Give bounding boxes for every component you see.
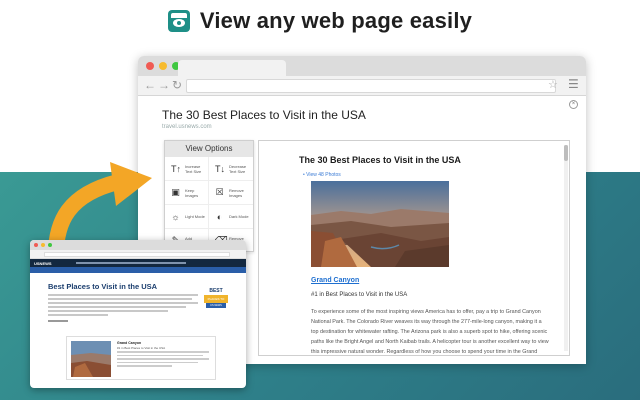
article-heading-link[interactable]: Grand Canyon — [311, 277, 359, 284]
small-page-title: Best Places to Visit in the USA — [48, 282, 158, 291]
best-places-badge: BEST PLACES TO VISIT US NEWS — [204, 288, 228, 312]
view-options-title: View Options — [165, 141, 253, 157]
article-rank: #1 in Best Places to Visit in the USA — [311, 292, 408, 298]
image-icon: ▣ — [171, 187, 180, 197]
site-nav: USNEWS — [30, 259, 246, 267]
hamburger-menu-icon[interactable]: ☰ — [568, 77, 579, 91]
option-keep-images[interactable]: ▣ Keep Images — [165, 181, 209, 205]
decrease-text-icon: T↓ — [215, 163, 225, 174]
option-increase-text[interactable]: T↑ Increase Text Size — [165, 157, 209, 181]
page-url[interactable]: travel.usnews.com — [162, 124, 212, 130]
site-logo: USNEWS — [34, 261, 52, 266]
forward-arrow-icon[interactable]: → — [158, 78, 170, 92]
scrollbar-thumb[interactable] — [564, 145, 568, 161]
back-arrow-icon[interactable]: ← — [144, 78, 156, 92]
view-photos-link[interactable]: • View 48 Photos — [303, 172, 341, 178]
sun-icon: ☼ — [171, 211, 180, 222]
article-body: To experience some of the most inspiring… — [311, 309, 549, 355]
close-reader-icon[interactable]: × — [569, 100, 578, 109]
option-remove-images[interactable]: ☒ Remove Images — [209, 181, 253, 205]
option-decrease-text[interactable]: T↓ Decrease Text Size — [209, 157, 253, 181]
page-title: The 30 Best Places to Visit in the USA — [162, 108, 366, 122]
browser-toolbar: ← → ↻ ☆ ☰ — [138, 76, 586, 96]
bookmark-star-icon[interactable]: ☆ — [548, 78, 558, 91]
reload-icon[interactable]: ↻ — [172, 78, 182, 92]
grand-canyon-photo — [311, 181, 449, 267]
close-window-button[interactable] — [146, 62, 154, 70]
small-listing-card: Grand Canyon #1 in Best Places to Visit … — [66, 336, 216, 380]
moon-icon: ◐ — [216, 211, 223, 222]
small-canyon-thumbnail — [71, 341, 111, 377]
increase-text-icon: T↑ — [171, 163, 181, 174]
small-intro-text — [48, 294, 198, 318]
small-window-controls — [34, 243, 52, 247]
original-page-window: USNEWS Best Places to Visit in the USA B… — [30, 240, 246, 388]
minimize-window-button[interactable] — [159, 62, 167, 70]
window-controls — [146, 62, 180, 70]
browser-titlebar — [138, 56, 586, 76]
headline-text: View any web page easily — [199, 8, 473, 33]
article-title: The 30 Best Places to Visit in the USA — [299, 155, 461, 165]
remove-image-icon: ☒ — [215, 187, 224, 197]
reader-eye-icon — [167, 10, 190, 32]
address-bar[interactable] — [186, 79, 556, 93]
option-light-mode[interactable]: ☼ Light Mode — [165, 205, 209, 229]
scrollbar[interactable] — [564, 145, 568, 351]
headline: View any web page easily — [0, 8, 640, 34]
browser-tab[interactable] — [178, 60, 286, 76]
option-dark-mode[interactable]: ◐ Dark Mode — [209, 205, 253, 229]
view-options-panel: View Options T↑ Increase Text Size T↓ De… — [164, 140, 254, 253]
reader-article: The 30 Best Places to Visit in the USA •… — [258, 140, 570, 356]
small-address-bar — [44, 252, 230, 257]
